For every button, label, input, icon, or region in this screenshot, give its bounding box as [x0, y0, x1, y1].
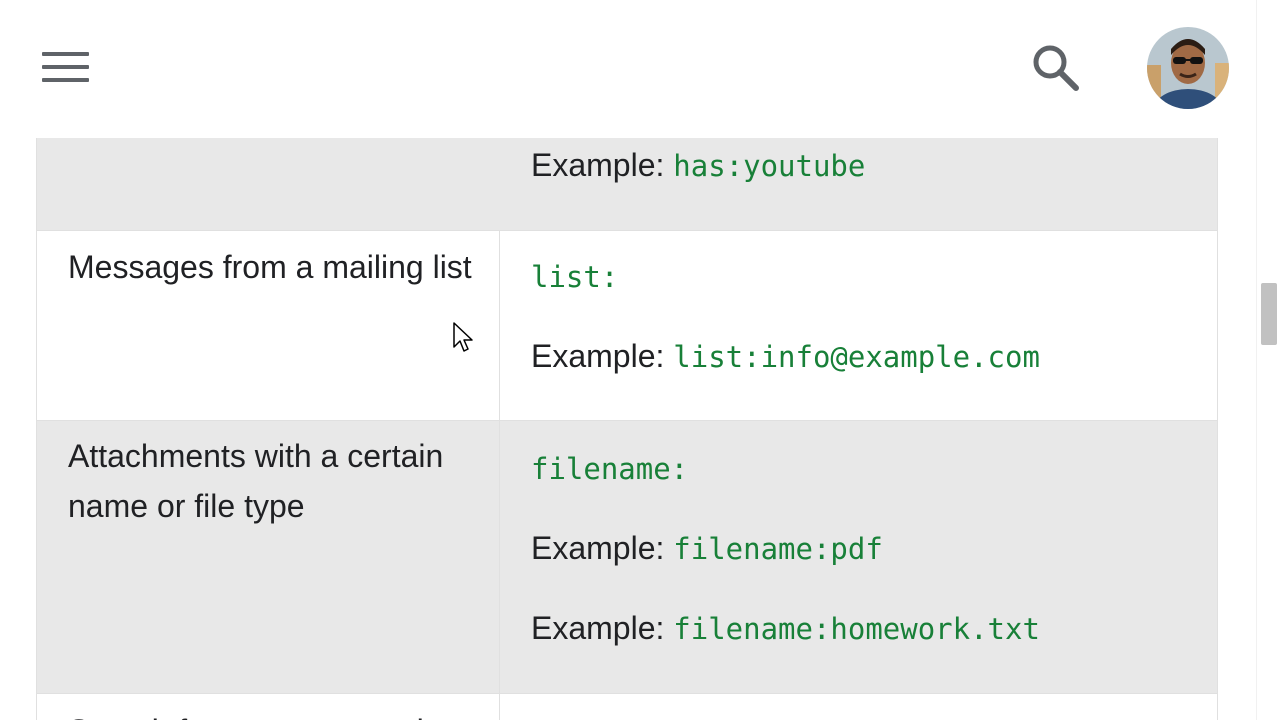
top-app-bar [0, 0, 1256, 138]
operator-code: list:info@example.com [673, 340, 1040, 374]
vertical-scrollbar[interactable] [1256, 0, 1280, 720]
row-description: Attachments with a certain name or file … [68, 438, 444, 524]
operator-line: list: [531, 254, 618, 298]
table-row: Messages from a mailing list list: Examp… [36, 230, 1218, 421]
operator-code: filename:homework.txt [673, 612, 1040, 646]
operator-code: filename:pdf [673, 532, 883, 566]
operator-code: list: [531, 260, 619, 294]
user-avatar[interactable] [1147, 27, 1229, 109]
row-description: Messages from a mailing list [68, 249, 472, 285]
table-row: Example: has:youtube [36, 138, 1218, 230]
example-line: Example: filename:homework.txt [531, 610, 1040, 646]
example-line: Example: filename:pdf [531, 530, 883, 566]
operator-code: has:youtube [673, 149, 866, 183]
table-row: Search for an exact word [36, 693, 1218, 720]
example-line: Example: list:info@example.com [531, 338, 1040, 374]
hamburger-menu-icon[interactable] [40, 48, 92, 88]
column-divider [499, 694, 500, 720]
scrollbar-thumb[interactable] [1261, 283, 1277, 345]
row-description: Search for an exact word [68, 706, 478, 720]
example-line: Example: has:youtube [531, 147, 866, 183]
operator-code: filename: [531, 452, 689, 486]
operator-line: filename: [531, 446, 688, 490]
column-divider [499, 231, 500, 420]
table-row: Attachments with a certain name or file … [36, 421, 1218, 693]
column-divider [499, 421, 500, 693]
mouse-pointer-icon [453, 322, 475, 354]
search-icon[interactable] [1030, 42, 1084, 94]
